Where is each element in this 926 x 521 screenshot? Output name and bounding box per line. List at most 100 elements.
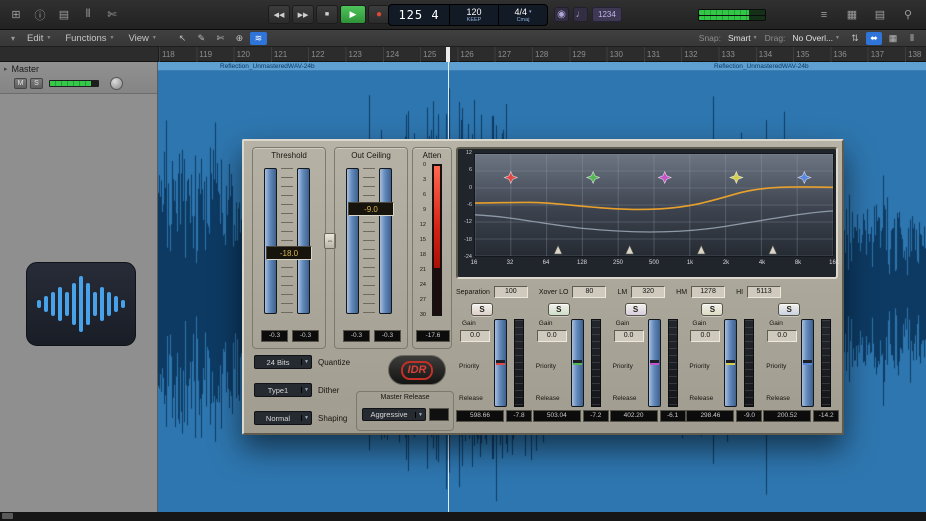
- disclosure-icon[interactable]: ▸: [4, 65, 8, 73]
- info-icon[interactable]: ⓘ: [30, 5, 50, 24]
- pan-knob[interactable]: [110, 77, 123, 90]
- record-button[interactable]: ●: [368, 5, 390, 24]
- threshold-value[interactable]: -18.0: [266, 246, 312, 260]
- metronome-icon[interactable]: ♩: [573, 7, 588, 22]
- scrollbar-thumb[interactable]: [2, 513, 13, 519]
- tempo-value[interactable]: 120: [466, 7, 481, 17]
- band-3-gain-value[interactable]: 0.0: [614, 330, 644, 342]
- ruler-bar-number: 125: [423, 50, 436, 59]
- band-1-fader[interactable]: [494, 319, 507, 407]
- band-4-solo-button[interactable]: S: [701, 303, 723, 316]
- band-3-release-value[interactable]: 402.20: [610, 410, 658, 422]
- xover-value[interactable]: 5113: [747, 286, 781, 298]
- catch-playhead-icon[interactable]: ⬌: [866, 32, 882, 45]
- band-4-fader[interactable]: [724, 319, 737, 407]
- tools-icon[interactable]: ✄: [102, 5, 122, 24]
- bar-ruler[interactable]: 1181191201211221231241251261271281291301…: [0, 47, 926, 62]
- search-icon[interactable]: ⚲: [898, 5, 918, 24]
- band-1-release-value[interactable]: 598.66: [456, 410, 504, 422]
- library-icon[interactable]: ▤: [54, 5, 74, 24]
- band-5-release-value[interactable]: 200.52: [763, 410, 811, 422]
- xover-value[interactable]: 80: [572, 286, 606, 298]
- quantize-select[interactable]: 24 Bits▼: [254, 355, 312, 369]
- band-3-solo-button[interactable]: S: [625, 303, 647, 316]
- zoom-tool[interactable]: ⊕: [231, 32, 248, 45]
- mixer-icon[interactable]: ⫴: [78, 5, 98, 24]
- band-2-solo-button[interactable]: S: [548, 303, 570, 316]
- snap-label: Snap:: [699, 33, 721, 43]
- rewind-button[interactable]: ◀◀: [268, 5, 290, 24]
- db-label: -6: [459, 202, 472, 208]
- tuner-icon[interactable]: ◉: [554, 7, 569, 22]
- chevron-down-icon: ▼: [301, 359, 311, 365]
- threshold-fader-left[interactable]: [264, 168, 277, 314]
- band-5-gain-value[interactable]: 0.0: [767, 330, 797, 342]
- band-1-solo-button[interactable]: S: [471, 303, 493, 316]
- separation-value[interactable]: 100: [494, 286, 528, 298]
- band-3-fader[interactable]: [648, 319, 661, 407]
- solo-button[interactable]: S: [30, 78, 43, 89]
- notes-icon[interactable]: ▤: [870, 5, 890, 24]
- menu-functions[interactable]: Functions▼: [58, 33, 121, 44]
- play-button[interactable]: ▶: [340, 5, 366, 24]
- shaping-select[interactable]: Normal▼: [254, 411, 312, 425]
- time-signature[interactable]: 4/4: [514, 7, 527, 17]
- lcd-signature[interactable]: 4/4 ▾ Cmaj: [498, 5, 547, 25]
- lcd-position[interactable]: 125 4: [389, 5, 449, 25]
- band-5-solo-button[interactable]: S: [778, 303, 800, 316]
- band-2-release-value[interactable]: 503.04: [533, 410, 581, 422]
- band-4-gain-value[interactable]: 0.0: [690, 330, 720, 342]
- band-4-release-value[interactable]: 298.46: [686, 410, 734, 422]
- flex-tool[interactable]: ≋: [250, 32, 267, 45]
- vertical-zoom-icon[interactable]: ⇅: [847, 32, 863, 45]
- eq-graph[interactable]: 1260-6-12-18-24 1632641282505001k2k4k8k1…: [456, 147, 838, 279]
- region-title-bar[interactable]: Reflection_UnmasteredWAV-24b Reflection_…: [158, 62, 926, 71]
- idr-logo: IDR: [388, 355, 446, 385]
- scissors-tool[interactable]: ✄: [212, 32, 229, 45]
- dither-select[interactable]: Type1▼: [254, 383, 312, 397]
- xover-value[interactable]: 320: [631, 286, 665, 298]
- drag-select[interactable]: No Overl...▼: [792, 33, 840, 43]
- forward-button[interactable]: ▶▶: [292, 5, 314, 24]
- lcd-tempo[interactable]: 120 KEEP: [449, 5, 498, 25]
- out-ceiling-fader-right[interactable]: [379, 168, 392, 314]
- xover-value[interactable]: 1278: [691, 286, 725, 298]
- waveform-icon-bar: [37, 300, 41, 308]
- audio-track-icon[interactable]: [26, 262, 136, 346]
- graph-plot-area[interactable]: [474, 153, 834, 257]
- pencil-tool[interactable]: ✎: [193, 32, 210, 45]
- grid-icon[interactable]: ▦: [885, 32, 901, 45]
- lcd-display[interactable]: 125 4 120 KEEP 4/4 ▾ Cmaj: [388, 4, 548, 26]
- band-5-fader[interactable]: [801, 319, 814, 407]
- menu-edit[interactable]: Edit▼: [20, 33, 58, 44]
- band-2-fader[interactable]: [571, 319, 584, 407]
- threshold-fader-right[interactable]: [297, 168, 310, 314]
- crossover-handle: [769, 245, 777, 254]
- browsers-icon[interactable]: ▦: [842, 5, 862, 24]
- horizontal-scrollbar[interactable]: [0, 512, 926, 521]
- atten-meter: [432, 164, 442, 316]
- band-3: SGain0.0PriorityRelease402.20-6.1: [610, 303, 686, 425]
- band-1-gain-value[interactable]: 0.0: [460, 330, 490, 342]
- key-signature[interactable]: Cmaj: [517, 17, 530, 24]
- zoom-sliders-icon[interactable]: ⫴: [904, 32, 920, 45]
- band-2-gain-value[interactable]: 0.0: [537, 330, 567, 342]
- count-in-button[interactable]: 1234: [592, 7, 622, 22]
- monitor-icon[interactable]: ⊞: [6, 5, 26, 24]
- atten-scale-value: 30: [413, 312, 426, 318]
- playhead-handle[interactable]: [446, 47, 450, 62]
- master-release-select[interactable]: Aggressive▼: [362, 408, 426, 421]
- pointer-tool[interactable]: ↖: [174, 32, 191, 45]
- out-ceiling-fader-left[interactable]: [346, 168, 359, 314]
- snap-select[interactable]: Smart▼: [728, 33, 758, 43]
- mute-button[interactable]: M: [14, 78, 27, 89]
- out-ceiling-value[interactable]: -9.0: [348, 202, 394, 216]
- stop-button[interactable]: ■: [316, 5, 338, 24]
- menu-view[interactable]: View▼: [121, 33, 163, 44]
- automation-icon[interactable]: ▾: [6, 34, 20, 43]
- release-label: Release: [459, 395, 483, 402]
- master-track-header[interactable]: ▸ Master M S: [0, 62, 157, 94]
- list-editors-icon[interactable]: ≡: [814, 5, 834, 24]
- band-2: SGain0.0PriorityRelease503.04-7.2: [533, 303, 609, 425]
- ruler-bar-number: 138: [908, 50, 921, 59]
